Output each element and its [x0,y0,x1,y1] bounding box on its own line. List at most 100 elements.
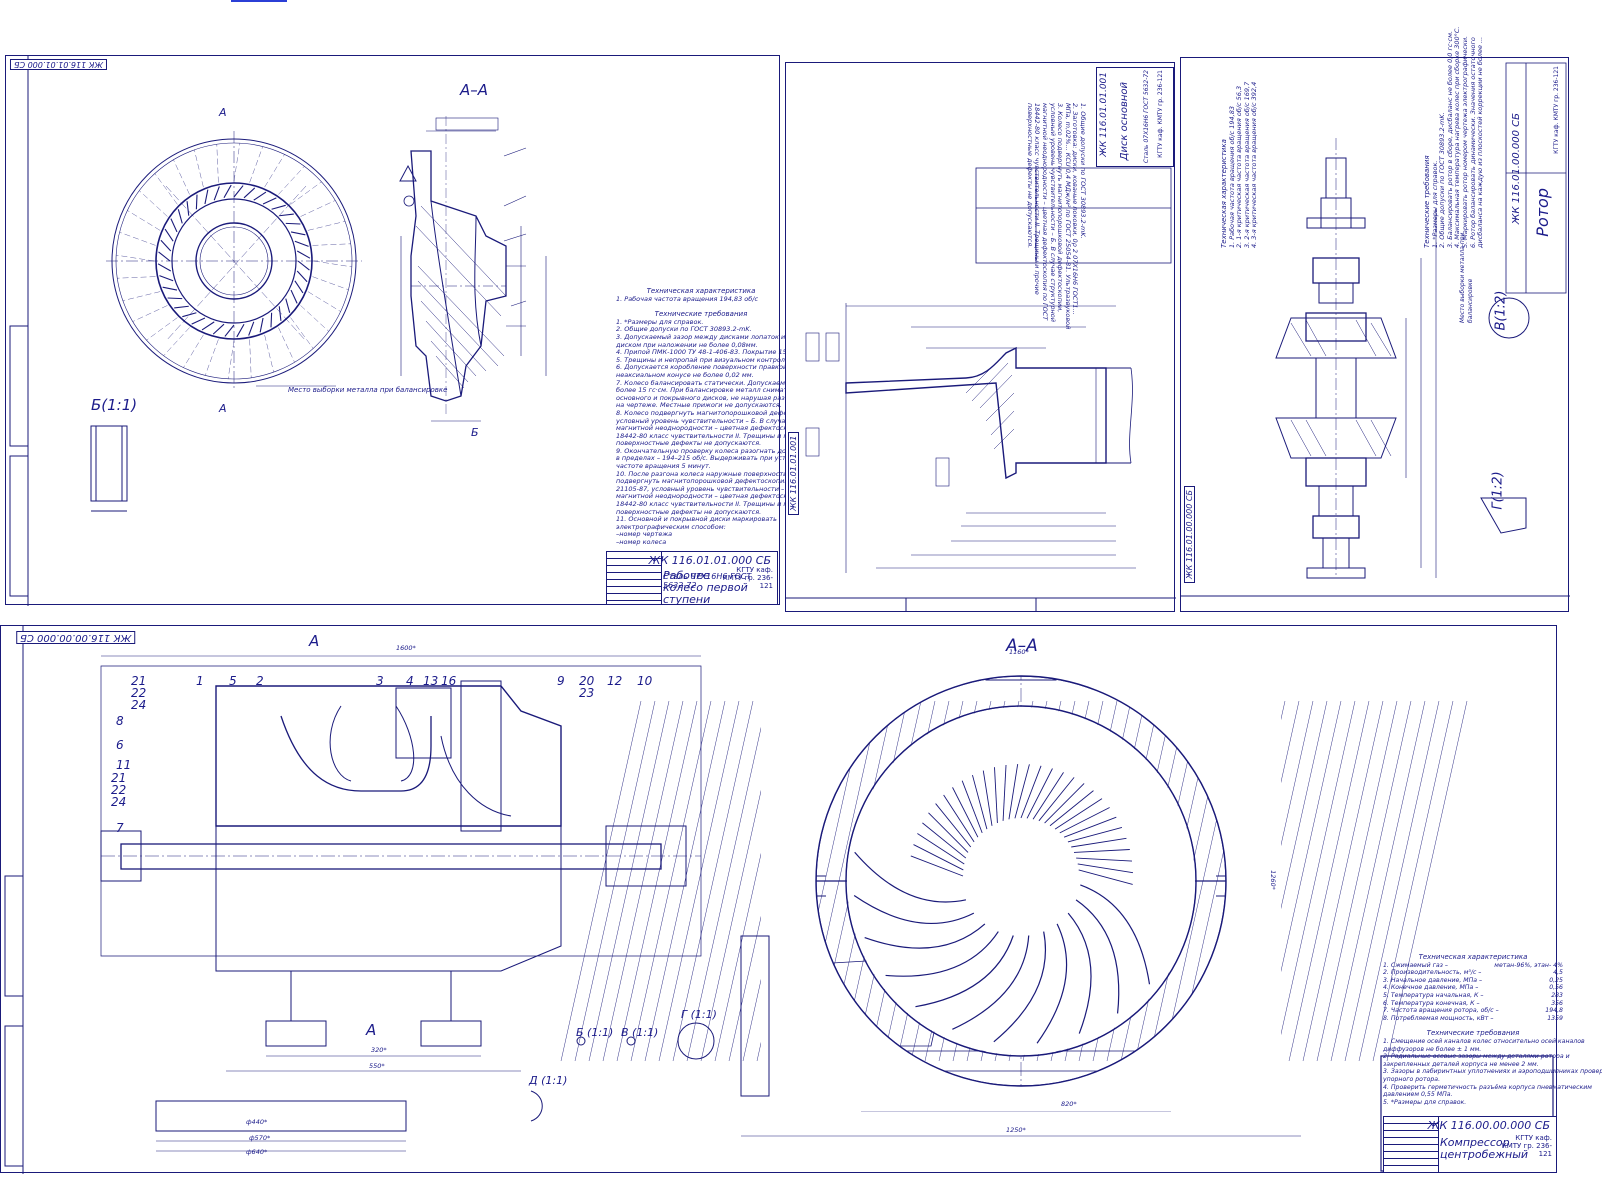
sheet4-part-number: 23 [579,686,595,700]
sheet2-stamp-material: Сталь 07Х16Н6 ГОСТ 5632-72 [1143,70,1150,164]
section-a-a-label: А–А [460,81,489,99]
impeller-blade [159,275,174,282]
impeller-blade [243,187,256,199]
sheet4-part-number: 10 [637,674,653,688]
sheet2-title-block: ЖК 116.01.01.001 Диск основной Сталь 07Х… [1096,67,1174,167]
impeller-blade [297,260,310,271]
impeller-blade [290,231,306,236]
sheet4-part-number: 11 [116,758,132,772]
impeller-hatch-line [194,149,204,188]
sheet1-corner-code: ЖК 116.01.01.000 СБ [10,59,107,70]
impeller-blade [160,239,172,252]
sheet-compressor-assembly: ЖК 116.00.00.000 СБ А–А А А Б (1:1) В (1… [0,625,1602,1174]
impeller-blade [270,312,273,328]
sheet4-part-number: 13 [423,674,439,688]
sheet4-tech-char-key: 7. Частота вращения ротора, об/с – [1383,1007,1499,1015]
sheet4-tech-req-line: 2. Радиальные осевые зазоры между деталя… [1383,1053,1570,1061]
impeller-hatch-line [227,340,235,379]
sheet4-dimension-label: 1260* [1268,870,1277,890]
sheet4-tech-req-line: давлением 0,55 МПа. [1383,1091,1453,1099]
impeller-blade [174,305,189,309]
impeller-blade [271,204,286,210]
sheet4-part-number: 1 [196,674,204,688]
impeller-blade [158,251,171,262]
sheet4-view-v: В (1:1) [621,1026,659,1039]
sheet4-tech-char-value: 4,5 [1553,969,1563,977]
impeller-hatch-line [312,243,351,246]
impeller-hatch-line [249,146,263,183]
rotor-tech-req: Технические требования 1. *Размеры для с… [1423,27,1485,248]
sheet4-dimension-label: 1160* [1009,648,1029,656]
sheet1-tech-char-line: 1. Рабочая частота вращения 194,83 об/с [616,294,759,303]
sheet3-corner-code: ЖК 116.01.00.000 СБ [1184,486,1195,583]
sheet4-part-number: 2 [256,674,264,688]
impeller-blade [278,306,282,321]
impeller-hatch-line [154,173,178,205]
rotor-tech-char: Техническая характеристика 1. Рабочая ча… [1220,82,1259,248]
sheet4-part-number: 4 [406,674,414,688]
sheet4-tech-char-title: Техническая характеристика [1418,953,1528,961]
sheet4-part-number: 9 [557,674,565,688]
impeller-blade [213,186,220,201]
sheet2-tech-notes: 1. Общие допуски по ГОСТ 30893.2-mK. 2. З… [1025,103,1087,329]
rotor-stamp-university: КГТУ каф. КМТУ гр. 236-121 [1553,66,1560,154]
casing-inner-mask [847,707,1195,1055]
impeller-hatch-line [300,200,336,217]
impeller-hatch-line [290,317,314,349]
sheet4-tech-char-value: 194,8 [1545,1007,1563,1015]
impeller-blade [296,270,308,283]
compressor-drawing [4,626,1554,1174]
sheet4-part-number: 8 [116,714,124,728]
rotor-stamp-code: ЖК 116.01.00.000 СБ [1511,113,1522,225]
sheet4-part-number: 16 [441,674,457,688]
sheet4-tech-char: Техническая характеристика 1. Сжимаемый … [1383,953,1602,1106]
sheet4-tech-req-title: Технические требования [1426,1029,1520,1038]
sheet4-tech-req-line: диффузоров не более ± 1 мм. [1383,1045,1482,1053]
sheet-rotor: ЖК 116.01.00.000 СБ В(1:2) Г(1:2) Место … [1180,27,1570,612]
sheet4-tech-char-value: 283 [1551,991,1563,999]
sheet4-dimension-label: ф440* [246,1118,268,1126]
sheet-main-disk: ЖК 116.01.01.001 1. Общие допуски по ГОС… [785,62,1176,612]
sheet2-note-line: 3. Колесо подвергнуть магнитопорошковой … [1056,103,1065,313]
sheet4-tech-char-value: 1359 [1547,1014,1563,1022]
sheet4-view-g: Г (1:1) [681,1008,717,1021]
impeller-blade [253,191,267,201]
impeller-blade [224,324,235,337]
impeller-blade [285,298,291,313]
impeller-blade [259,317,264,333]
sheet4-part-number: 5 [229,674,237,688]
sheet-impeller: ЖК 116.01.01.000 СБ А–А А А Б Б(1:1) Мес… [5,55,853,606]
sheet4-part-number: 12 [607,674,623,688]
sheet4-tech-char-key: 1. Сжимаемый газ – [1383,961,1448,969]
sheet4-tech-req-line: 4. Проверить герметичность разъёма корпу… [1383,1083,1592,1091]
impeller-hatch-line [163,327,190,356]
impeller-blade [294,280,304,294]
arrow-a-bottom: А [219,402,227,415]
view-b-label: Б(1:1) [91,396,138,414]
impeller-blade [201,321,215,331]
impeller-hatch-line [307,291,341,312]
sheet4-part-number: 24 [111,795,127,809]
impeller-hatch-line [249,339,252,378]
impeller-blade [290,289,298,304]
sheet2-stamp-name: Диск основной [1119,82,1130,161]
sheet2-note-line: поверхностные дефекты не допускаются. [1025,103,1034,249]
sheet4-tech-req-line: 1. Смещение осей каналов колес относител… [1383,1037,1585,1045]
rotor-view-g: Г(1:2) [1490,471,1506,510]
sheet4-dimension-label: 320* [371,1046,387,1054]
sheet2-note-line: 18442-80 класс чувствительности II. Трещ… [1033,103,1042,295]
impeller-hatch-line [278,166,305,195]
sheet2-note-line: условный уровень чувствительности – Б. В… [1048,103,1057,322]
impeller-blade [170,218,178,233]
sheet4-tech-char-row: 3. Начальное давление, МПа – 0,25 [1383,977,1563,985]
sheet2-note-line: 2. Заготовка: диски, кованые поковки, 0ρ… [1071,103,1080,315]
impeller-blade [279,213,294,217]
sheet4-tech-char-value: метан-96%, этан- 4% [1494,961,1563,969]
sheet4-part-number: 6 [116,738,124,752]
sheet4-tech-char-row: 1. Сжимаемый газ – метан-96%, этан- 4% [1383,962,1563,970]
sheet1-title-block: ЖК 116.01.01.000 СБ Рабочее колесо перво… [606,551,778,606]
impeller-hatch-line [117,276,156,279]
sheet4-tech-req-line: 3. Зазоры в лабиринтных уплотнениях и аэ… [1383,1068,1602,1076]
sheet4-tech-char-value: 356 [1551,999,1563,1007]
impeller-blade [164,228,174,242]
